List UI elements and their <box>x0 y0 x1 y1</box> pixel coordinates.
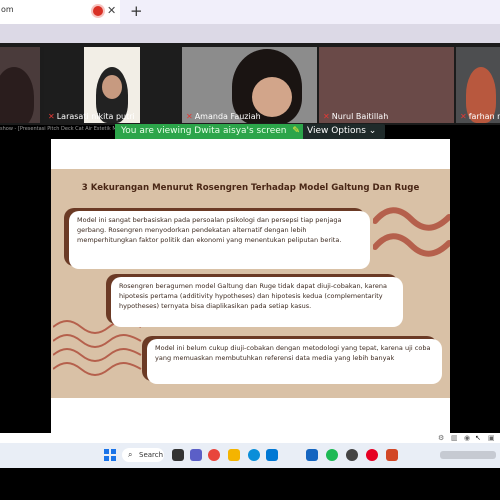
new-tab-button[interactable]: + <box>130 2 143 20</box>
recording-icon <box>93 6 103 16</box>
spotify-icon[interactable] <box>326 449 338 461</box>
screen-share-banner: You are viewing Dwita aisya's screen ✎ V… <box>115 124 385 139</box>
presentation-slide: 3 Kekurangan Menurut Rosengren Terhadap … <box>51 169 450 398</box>
system-tray[interactable] <box>440 451 496 459</box>
slide-point-2: Rosengren beragumen model Galtung dan Ru… <box>111 277 403 327</box>
search-icon: ⌕ <box>128 450 133 459</box>
participant-tile[interactable]: ✕ Nurul Baitillah <box>319 47 454 123</box>
search-label: Search <box>139 451 164 459</box>
exit-icon[interactable]: ▣ <box>488 434 495 442</box>
slide-title: 3 Kekurangan Menurut Rosengren Terhadap … <box>81 183 420 193</box>
store-icon[interactable] <box>266 449 278 461</box>
taskbar-search[interactable]: ⌕ Search <box>122 448 164 462</box>
file-explorer-icon[interactable] <box>228 449 240 461</box>
view-options-button[interactable]: View Options ⌄ <box>307 124 376 139</box>
participant-video <box>0 67 34 123</box>
participant-tile[interactable] <box>0 47 40 123</box>
layout-icon[interactable]: ▥ <box>451 434 458 442</box>
chrome-icon[interactable] <box>208 449 220 461</box>
participant-tile[interactable]: ✕ Larasati nikita putri <box>44 47 180 123</box>
share-controls: ⚙ ▥ ◉ ↖ ▣ <box>0 433 500 443</box>
slide-point-3: Model ini belum cukup diuji-cobakan deng… <box>147 339 442 384</box>
mic-muted-icon: ✕ <box>186 112 193 121</box>
pinterest-icon[interactable] <box>366 449 378 461</box>
participant-tile[interactable]: ✕ farhan n <box>456 47 500 123</box>
mic-muted-icon: ✕ <box>48 112 55 121</box>
pin-icon: ✎ <box>292 126 300 136</box>
participant-gallery: ✕ Larasati nikita putri ✕ Amanda Fauziah ✕… <box>0 43 500 125</box>
participant-name: Amanda Fauziah <box>194 112 261 121</box>
windows-taskbar: ⌕ Search <box>0 443 500 468</box>
media-icon[interactable] <box>346 449 358 461</box>
close-tab-button[interactable]: ✕ <box>107 4 116 17</box>
browser-tab[interactable]: om ✕ <box>0 0 120 24</box>
video-app-icon[interactable] <box>190 449 202 461</box>
powerpoint-icon[interactable] <box>386 449 398 461</box>
screen-bottom <box>0 468 500 500</box>
participant-name: farhan n <box>468 112 500 121</box>
participant-tile[interactable]: ✕ Amanda Fauziah <box>182 47 317 123</box>
settings-icon[interactable]: ⚙ <box>438 434 444 442</box>
toolbar-strip <box>0 24 500 43</box>
screen-share-notice: You are viewing Dwita aisya's screen <box>121 126 287 136</box>
tab-title: om <box>1 5 14 14</box>
wave-decoration <box>53 320 142 376</box>
fullscreen-icon[interactable]: ◉ <box>464 434 470 442</box>
wave-decoration <box>373 207 450 257</box>
document-title: show - [Presentasi Pitch Deck Cat Air Es… <box>0 126 123 132</box>
mail-icon[interactable] <box>306 449 318 461</box>
edge-icon[interactable] <box>248 449 260 461</box>
slide-point-1: Model ini sangat berbasiskan pada persoa… <box>69 211 370 269</box>
participant-name: Nurul Baitillah <box>331 112 389 121</box>
start-icon[interactable] <box>104 449 116 461</box>
mic-muted-icon: ✕ <box>460 112 467 121</box>
pointer-icon: ↖ <box>475 434 481 442</box>
browser-tab-bar: om ✕ + <box>0 0 500 24</box>
participant-name: Larasati nikita putri <box>56 112 135 121</box>
task-view-icon[interactable] <box>172 449 184 461</box>
mic-muted-icon: ✕ <box>323 112 330 121</box>
